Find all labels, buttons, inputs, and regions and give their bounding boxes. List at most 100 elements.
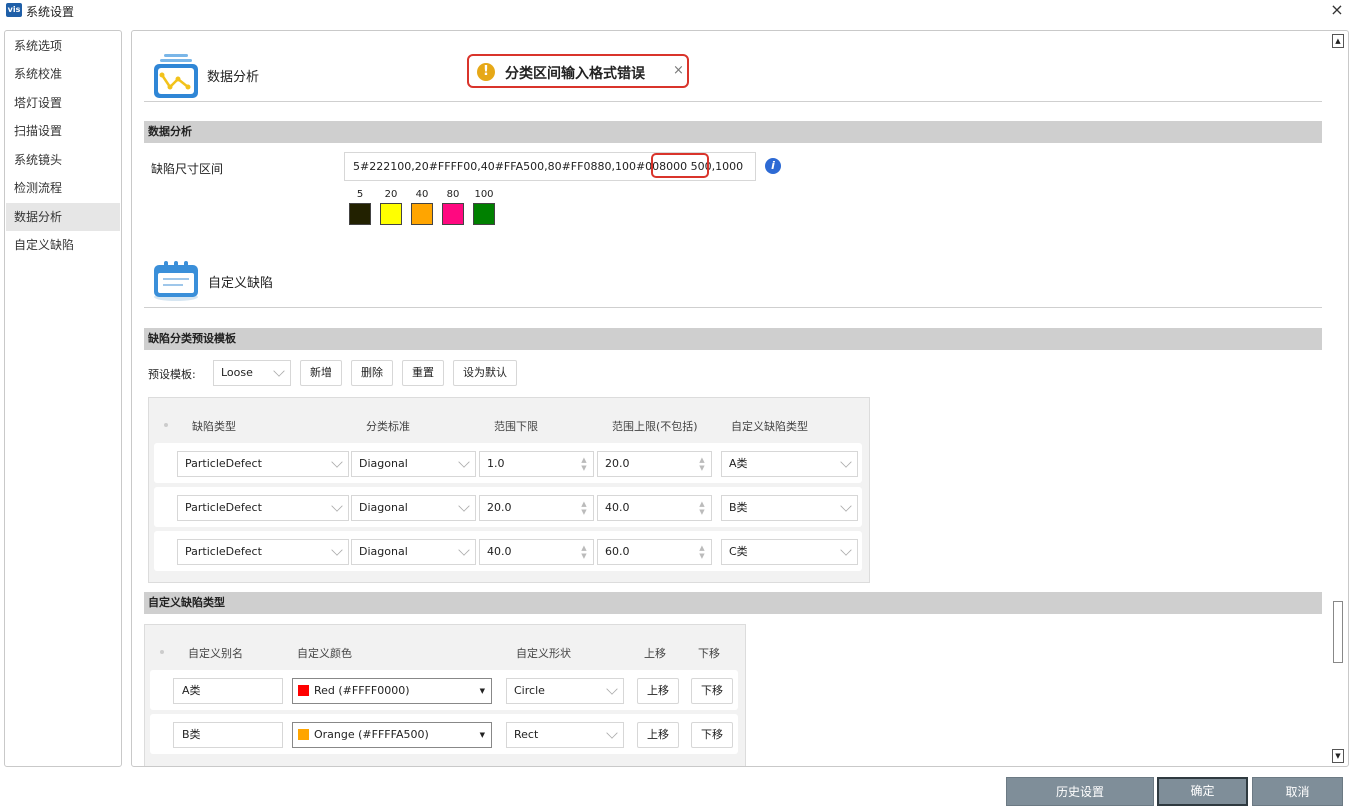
sidebar-item-custom-defect[interactable]: 自定义缺陷 xyxy=(6,231,120,259)
spinner-icon[interactable]: ▲ ▼ xyxy=(698,456,706,472)
app-logo-icon: vis xyxy=(6,3,22,17)
lower-bound-input[interactable]: 1.0 ▲ ▼ xyxy=(479,451,594,477)
error-toast: ! 分类区间输入格式错误 × xyxy=(467,54,689,88)
ok-button[interactable]: 确定 xyxy=(1157,777,1248,806)
standard-select[interactable]: Diagonal xyxy=(351,495,476,521)
sidebar-item-data-analysis[interactable]: 数据分析 xyxy=(6,203,120,231)
spinner-icon[interactable]: ▲ ▼ xyxy=(580,456,588,472)
column-header: 范围下限 xyxy=(494,420,538,433)
color-select[interactable]: Orange (#FFFFA500) ▼ xyxy=(292,722,492,748)
shape-select[interactable]: Rect xyxy=(506,722,624,748)
swatch-label: 100 xyxy=(474,189,494,200)
custom-type-select[interactable]: C类 xyxy=(721,539,858,565)
data-analysis-section-title: 数据分析 xyxy=(207,70,260,85)
upper-bound-input[interactable]: 20.0 ▲ ▼ xyxy=(597,451,712,477)
chevron-down-icon xyxy=(458,544,470,556)
preset-value: Loose xyxy=(221,366,253,379)
grid-handle-icon xyxy=(164,423,168,427)
scroll-down-button[interactable]: ▼ xyxy=(1332,749,1344,763)
alias-input[interactable]: A类 xyxy=(173,678,283,704)
color-swatch xyxy=(349,203,371,225)
spinner-icon[interactable]: ▲ ▼ xyxy=(580,544,588,560)
close-icon[interactable]: × xyxy=(1328,0,1346,20)
set-default-button[interactable]: 设为默认 xyxy=(453,360,517,386)
upper-bound-input[interactable]: 60.0 ▲ ▼ xyxy=(597,539,712,565)
sidebar-item-lens[interactable]: 系统镜头 xyxy=(6,146,120,174)
chart-icon xyxy=(154,54,198,98)
defect-type-value: ParticleDefect xyxy=(185,545,262,558)
sidebar-item-tower-light[interactable]: 塔灯设置 xyxy=(6,89,120,117)
defect-type-select[interactable]: ParticleDefect xyxy=(177,539,349,565)
custom-defect-section-title: 自定义缺陷 xyxy=(208,276,274,291)
color-label: Red (#FFFF0000) xyxy=(314,684,410,697)
defect-type-select[interactable]: ParticleDefect xyxy=(177,451,349,477)
lower-value: 40.0 xyxy=(487,545,512,558)
column-header: 自定义形状 xyxy=(516,647,571,660)
standard-select[interactable]: Diagonal xyxy=(351,451,476,477)
color-swatch xyxy=(380,203,402,225)
color-chip xyxy=(298,729,309,740)
shape-value: Rect xyxy=(514,728,539,741)
scroll-up-button[interactable]: ▲ xyxy=(1332,34,1344,48)
upper-value: 40.0 xyxy=(605,501,630,514)
template-grid: 缺陷类型 分类标准 范围下限 范围上限(不包括) 自定义缺陷类型 Particl… xyxy=(148,397,870,583)
spinner-icon[interactable]: ▲ ▼ xyxy=(698,500,706,516)
delete-template-button[interactable]: 删除 xyxy=(351,360,393,386)
warning-icon: ! xyxy=(477,63,495,81)
main-panel: ▲ ▼ 数据分析 ! 分类区间输入格式错误 × 数据分析 缺陷尺寸区间 5#22… xyxy=(131,30,1349,767)
shape-value: Circle xyxy=(514,684,545,697)
calendar-icon xyxy=(154,261,198,301)
divider xyxy=(144,101,1322,102)
alias-input[interactable]: B类 xyxy=(173,722,283,748)
custom-type-select[interactable]: B类 xyxy=(721,495,858,521)
chevron-down-icon xyxy=(840,544,852,556)
chevron-down-icon xyxy=(458,456,470,468)
defect-type-value: ParticleDefect xyxy=(185,501,262,514)
color-select[interactable]: Red (#FFFF0000) ▼ xyxy=(292,678,492,704)
color-swatch xyxy=(411,203,433,225)
custom-type-value: B类 xyxy=(729,501,748,514)
add-template-button[interactable]: 新增 xyxy=(300,360,342,386)
toast-close-icon[interactable]: × xyxy=(673,63,684,78)
standard-select[interactable]: Diagonal xyxy=(351,539,476,565)
info-icon[interactable]: i xyxy=(765,158,781,174)
chevron-down-icon xyxy=(458,500,470,512)
standard-value: Diagonal xyxy=(359,457,408,470)
sidebar-item-scan[interactable]: 扫描设置 xyxy=(6,117,120,145)
sidebar-item-inspection-flow[interactable]: 检测流程 xyxy=(6,174,120,202)
range-label: 缺陷尺寸区间 xyxy=(151,162,224,176)
move-down-button[interactable]: 下移 xyxy=(691,722,733,748)
grid-handle-icon xyxy=(160,650,164,654)
chevron-down-icon xyxy=(840,500,852,512)
spinner-icon[interactable]: ▲ ▼ xyxy=(698,544,706,560)
reset-template-button[interactable]: 重置 xyxy=(402,360,444,386)
swatch-label: 5 xyxy=(356,189,364,200)
toast-message: 分类区间输入格式错误 xyxy=(505,66,645,82)
swatch-label: 80 xyxy=(446,189,460,200)
dropdown-arrow-icon: ▼ xyxy=(479,731,485,739)
sidebar-item-system-options[interactable]: 系统选项 xyxy=(6,32,120,60)
move-up-button[interactable]: 上移 xyxy=(637,678,679,704)
lower-value: 1.0 xyxy=(487,457,505,470)
sidebar-item-calibration[interactable]: 系统校准 xyxy=(6,60,120,88)
upper-value: 60.0 xyxy=(605,545,630,558)
spinner-icon[interactable]: ▲ ▼ xyxy=(580,500,588,516)
scrollbar-thumb[interactable] xyxy=(1333,601,1343,663)
custom-types-grid: 自定义别名 自定义颜色 自定义形状 上移 下移 A类 Red (#FFFF000… xyxy=(144,624,746,766)
cancel-button[interactable]: 取消 xyxy=(1252,777,1343,806)
lower-bound-input[interactable]: 40.0 ▲ ▼ xyxy=(479,539,594,565)
column-header: 缺陷类型 xyxy=(192,420,236,433)
column-header: 分类标准 xyxy=(366,420,410,433)
column-header: 自定义颜色 xyxy=(297,647,352,660)
shape-select[interactable]: Circle xyxy=(506,678,624,704)
move-down-button[interactable]: 下移 xyxy=(691,678,733,704)
defect-type-select[interactable]: ParticleDefect xyxy=(177,495,349,521)
color-swatch xyxy=(442,203,464,225)
defect-type-value: ParticleDefect xyxy=(185,457,262,470)
move-up-button[interactable]: 上移 xyxy=(637,722,679,748)
preset-select[interactable]: Loose xyxy=(213,360,291,386)
history-settings-button[interactable]: 历史设置 xyxy=(1006,777,1154,806)
custom-type-select[interactable]: A类 xyxy=(721,451,858,477)
upper-bound-input[interactable]: 40.0 ▲ ▼ xyxy=(597,495,712,521)
lower-bound-input[interactable]: 20.0 ▲ ▼ xyxy=(479,495,594,521)
